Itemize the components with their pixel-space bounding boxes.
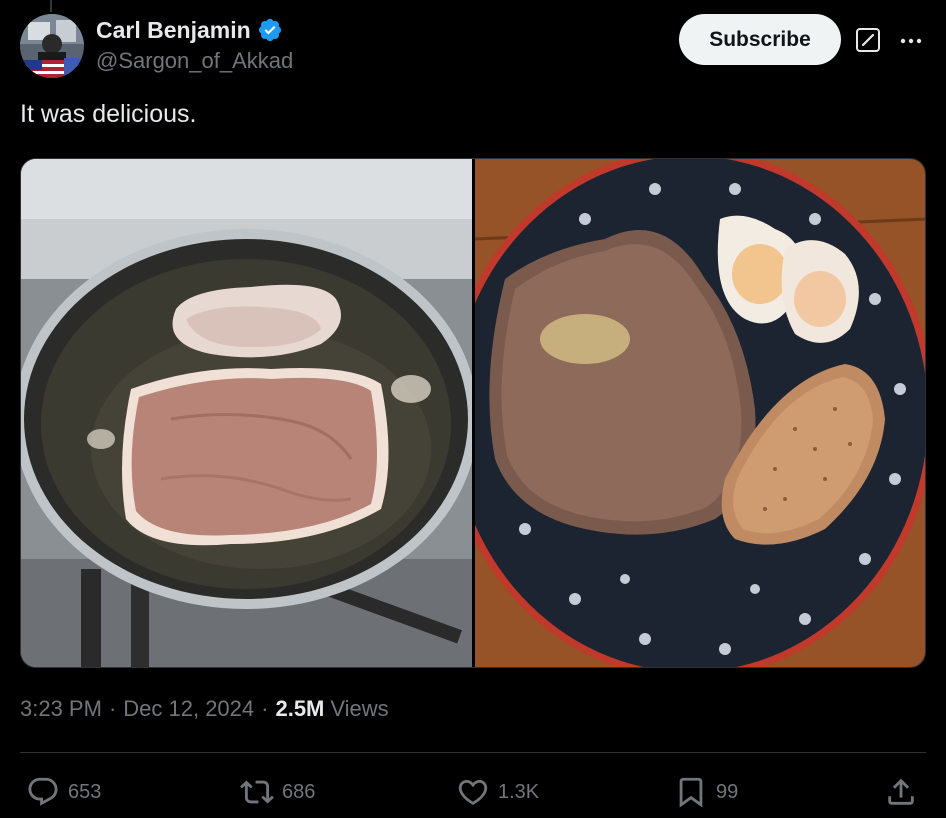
share-icon [888,778,914,805]
like-icon [458,779,488,805]
author-block: Carl Benjamin @Sargon_of_Akkad [96,14,293,74]
reply-button[interactable]: 653 [26,770,101,814]
repost-button[interactable]: 686 [240,770,315,814]
bookmark-icon [679,777,703,808]
divider [20,752,926,753]
display-name[interactable]: Carl Benjamin [96,17,251,44]
photo-frying-pan[interactable] [21,159,478,667]
repost-count: 686 [282,780,316,803]
handle[interactable]: @Sargon_of_Akkad [96,48,293,74]
post-date[interactable]: Dec 12, 2024 [123,696,254,722]
tweet: Carl Benjamin @Sargon_of_Akkad Subscribe… [0,0,946,818]
like-button[interactable]: 1.3K [456,770,539,814]
photo-plate[interactable] [445,159,925,667]
subscribe-button[interactable]: Subscribe [679,14,841,65]
display-name-row: Carl Benjamin [96,14,293,46]
more-icon[interactable] [898,28,924,54]
repost-icon [240,780,274,804]
views-count: 2.5M [275,696,325,721]
reply-count: 653 [68,780,102,803]
tweet-meta: 3:23 PM · Dec 12, 2024 · 2.5M Views [20,696,389,722]
post-time[interactable]: 3:23 PM [20,696,102,722]
bookmark-count: 99 [716,780,739,803]
thread-line [50,0,52,12]
reply-icon [28,777,58,806]
bookmark-button[interactable]: 99 [674,770,738,814]
meta-separator: · [261,696,269,721]
grok-icon[interactable] [855,27,881,53]
meta-separator: · [108,696,117,721]
verified-badge-icon[interactable] [257,17,283,43]
avatar[interactable] [20,14,84,78]
like-count: 1.3K [498,780,540,803]
action-bar: 653 686 1.3K 99 [0,770,946,814]
views-label: Views [330,696,389,721]
tweet-text: It was delicious. [20,100,197,128]
media-grid [20,158,926,668]
share-button[interactable] [884,770,918,814]
